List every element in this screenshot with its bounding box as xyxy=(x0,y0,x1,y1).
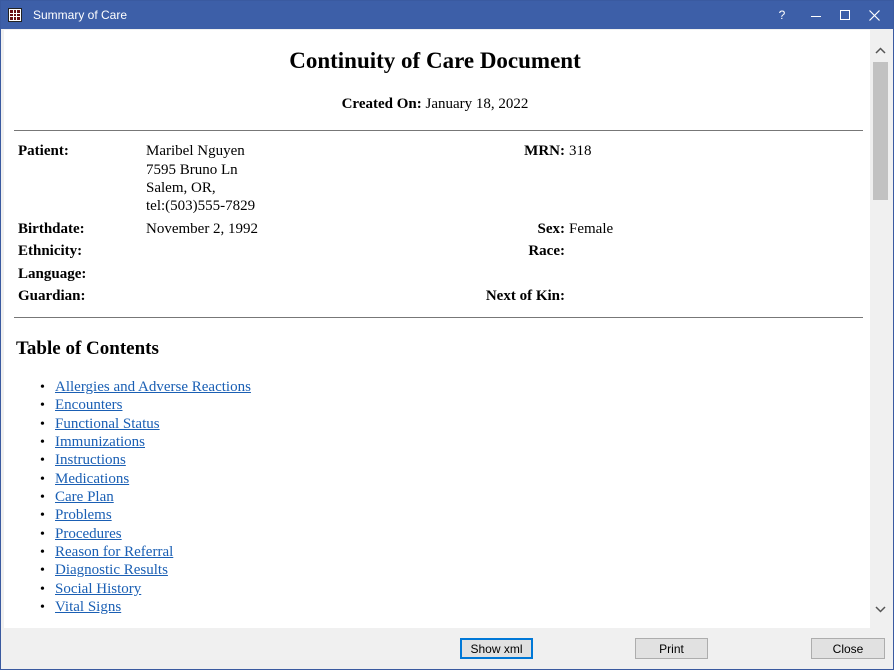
button-bar: Show xml Print Close xyxy=(1,629,893,669)
toc-item: • Medications xyxy=(40,470,251,488)
guardian-label: Guardian: xyxy=(18,288,86,304)
close-window-button[interactable] xyxy=(859,1,889,29)
toc-item: • Diagnostic Results xyxy=(40,561,251,579)
bullet-icon: • xyxy=(40,490,45,506)
divider-bottom xyxy=(14,317,863,318)
window-title: Summary of Care xyxy=(33,8,128,22)
toc-item: • Functional Status xyxy=(40,415,251,433)
sex-label: Sex: xyxy=(537,221,566,237)
toc-link-procedures[interactable]: Procedures xyxy=(55,526,122,542)
scroll-down-button[interactable] xyxy=(870,600,891,618)
toc-link-diagnostic-results[interactable]: Diagnostic Results xyxy=(55,562,168,578)
minimize-button[interactable] xyxy=(801,1,831,29)
bullet-icon: • xyxy=(40,545,45,561)
toc-item: • Encounters xyxy=(40,396,251,414)
toc-link-care-plan[interactable]: Care Plan xyxy=(55,489,114,505)
toc-link-immunizations[interactable]: Immunizations xyxy=(55,434,145,450)
mrn-label: MRN: xyxy=(524,143,565,159)
app-icon xyxy=(8,8,22,22)
vertical-scrollbar[interactable] xyxy=(870,30,891,628)
language-label: Language: xyxy=(18,266,87,282)
help-icon: ? xyxy=(778,8,786,22)
patient-phone: tel:(503)555-7829 xyxy=(146,198,256,214)
mrn-value: 318 xyxy=(569,143,592,159)
toc-link-reason-for-referral[interactable]: Reason for Referral xyxy=(55,544,173,560)
minimize-icon xyxy=(811,15,821,17)
toc-item: • Care Plan xyxy=(40,488,251,506)
toc-link-functional-status[interactable]: Functional Status xyxy=(55,416,160,432)
bullet-icon: • xyxy=(40,526,45,542)
bullet-icon: • xyxy=(40,398,45,414)
patient-label: Patient: xyxy=(18,143,69,159)
bullet-icon: • xyxy=(40,380,45,395)
toc-link-problems[interactable]: Problems xyxy=(55,507,112,523)
patient-name: Maribel Nguyen xyxy=(146,143,245,159)
bullet-icon: • xyxy=(40,508,45,524)
maximize-button[interactable] xyxy=(830,1,860,29)
created-on-line: Created On: January 18, 2022 xyxy=(4,96,866,113)
toc-link-encounters[interactable]: Encounters xyxy=(55,397,122,413)
bullet-icon: • xyxy=(40,416,45,432)
scroll-up-button[interactable] xyxy=(870,41,891,59)
document-viewer[interactable]: Continuity of Care Document Created On: … xyxy=(4,30,870,628)
sex-value: Female xyxy=(569,221,614,237)
ethnicity-label: Ethnicity: xyxy=(18,243,83,259)
toc-title: Table of Contents xyxy=(16,338,159,359)
toc-link-social-history[interactable]: Social History xyxy=(55,581,141,597)
next-of-kin-label: Next of Kin: xyxy=(485,288,565,304)
show-xml-button[interactable]: Show xml xyxy=(460,638,533,659)
birthdate-value: November 2, 1992 xyxy=(146,221,259,237)
birthdate-label: Birthdate: xyxy=(18,221,85,237)
document-title: Continuity of Care Document xyxy=(289,48,581,73)
bullet-icon: • xyxy=(40,471,45,487)
patient-address-line2: Salem, OR, xyxy=(146,180,216,196)
close-icon xyxy=(868,9,880,21)
print-button[interactable]: Print xyxy=(635,638,708,659)
toc-item: • Procedures xyxy=(40,525,251,543)
chevron-down-icon xyxy=(875,605,886,613)
close-button[interactable]: Close xyxy=(811,638,885,659)
scrollbar-thumb[interactable] xyxy=(873,62,888,200)
toc-item: • Allergies and Adverse Reactions xyxy=(40,378,251,396)
toc-item: • Problems xyxy=(40,506,251,524)
toc-link-vital-signs[interactable]: Vital Signs xyxy=(55,599,121,615)
divider-top xyxy=(14,130,863,131)
toc-item: • Immunizations xyxy=(40,433,251,451)
bullet-icon: • xyxy=(40,453,45,469)
toc-list: • Allergies and Adverse Reactions • Encoun… xyxy=(40,378,251,616)
toc-item: • Social History xyxy=(40,580,251,598)
bullet-icon: • xyxy=(40,581,45,597)
title-bar[interactable]: Summary of Care ? xyxy=(1,1,893,29)
summary-of-care-window: Summary of Care ? Continuity of Care Doc… xyxy=(0,0,894,670)
toc-link-instructions[interactable]: Instructions xyxy=(55,452,126,468)
toc-link-medications[interactable]: Medications xyxy=(55,471,129,487)
toc-item: • Reason for Referral xyxy=(40,543,251,561)
bullet-icon: • xyxy=(40,600,45,616)
maximize-icon xyxy=(840,10,850,20)
toc-item: • Vital Signs xyxy=(40,598,251,616)
toc-link-allergies[interactable]: Allergies and Adverse Reactions xyxy=(55,379,251,395)
created-on-date: January 18, 2022 xyxy=(425,96,529,112)
patient-address-line1: 7595 Bruno Ln xyxy=(146,162,238,178)
help-button[interactable]: ? xyxy=(767,1,797,29)
chevron-up-icon xyxy=(875,46,886,54)
race-label: Race: xyxy=(528,243,565,259)
bullet-icon: • xyxy=(40,563,45,579)
bullet-icon: • xyxy=(40,435,45,451)
toc-item: • Instructions xyxy=(40,451,251,469)
created-on-label: Created On: xyxy=(341,96,422,112)
